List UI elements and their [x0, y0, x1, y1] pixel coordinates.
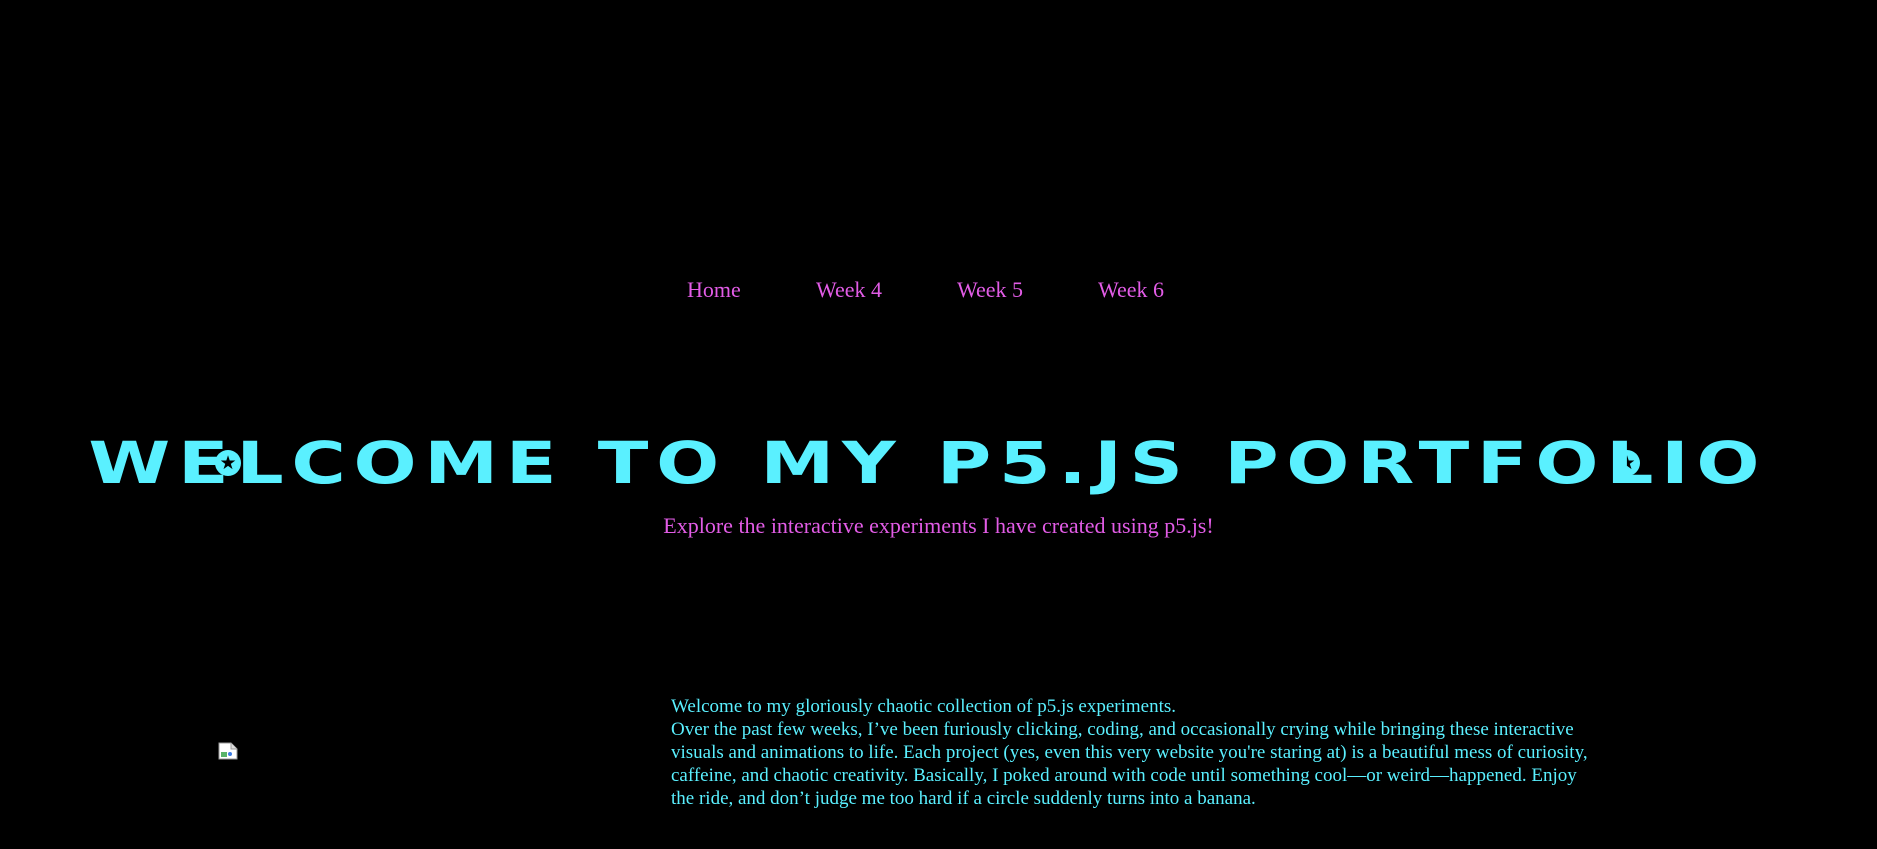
- broken-image-icon: [218, 742, 238, 760]
- intro-text: Welcome to my gloriously chaotic collect…: [671, 695, 1596, 810]
- nav-link-week-4[interactable]: Week 4: [816, 273, 882, 307]
- page-title-text: Welcome to my p5.js Portfolio: [88, 429, 1767, 497]
- nav-link-week-5[interactable]: Week 5: [957, 273, 1023, 307]
- nav-link-week-6[interactable]: Week 6: [1098, 273, 1164, 307]
- main-nav: Home Week 4 Week 5 Week 6: [0, 273, 1877, 307]
- nav-link-home[interactable]: Home: [687, 273, 741, 307]
- intro-lead: Welcome to my gloriously chaotic collect…: [671, 696, 1177, 717]
- intro-body: Over the past few weeks, I’ve been furio…: [671, 719, 1588, 809]
- page-subtitle: Explore the interactive experiments I ha…: [663, 513, 1214, 538]
- page-title: ★ Welcome to my p5.js Portfolio ★: [88, 432, 1759, 494]
